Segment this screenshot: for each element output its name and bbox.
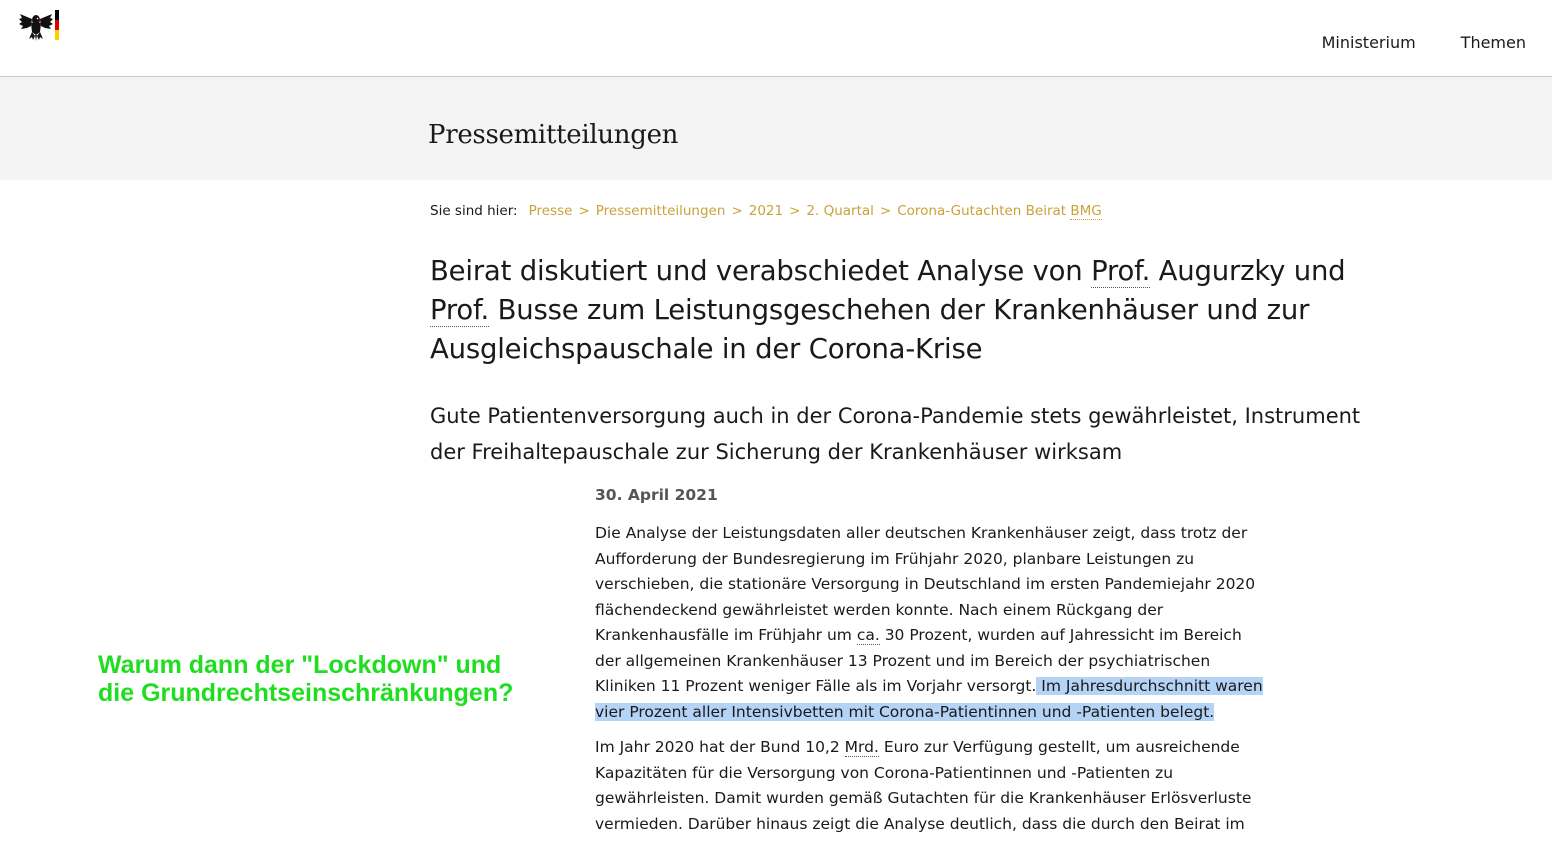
text-segment: Krankenhausfälle im Frühjahr um — [595, 626, 857, 644]
breadcrumb-separator: > — [789, 203, 801, 219]
paragraph-line: Kapazitäten für die Versorgung von Coron… — [595, 763, 1174, 782]
paragraph-line: verschieben, die stationäre Versorgung i… — [595, 575, 1256, 593]
breadcrumb-separator: > — [731, 203, 743, 219]
paragraph-line: Die Analyse der Leistungsdaten aller deu… — [595, 524, 1248, 542]
headline-part: Busse zum Leistungsgeschehen der Kranken… — [430, 294, 1310, 365]
text-segment: Euro zur Verfügung gestellt, um ausreich… — [878, 738, 1240, 756]
paragraph-line: gewährleisten. Damit wurden gemäß Gutach… — [595, 789, 1252, 807]
breadcrumb-current-text: Corona-Gutachten Beirat — [897, 203, 1071, 219]
highlighted-text: vier Prozent aller Intensivbetten mit Co… — [595, 702, 1215, 721]
article-paragraph-1: Die Analyse der Leistungsdaten aller deu… — [595, 521, 1263, 726]
breadcrumb-item-2021[interactable]: 2021 — [749, 203, 783, 219]
highlighted-text: Im Jahresdurchschnitt waren — [1036, 677, 1263, 695]
breadcrumb-label: Sie sind hier: — [430, 203, 518, 219]
german-flag-stripe — [55, 10, 59, 40]
paragraph-line: Kliniken 11 Prozent weniger Fälle als im… — [595, 674, 1263, 700]
paragraph-line: flächendeckend gewährleistet werden konn… — [595, 600, 1164, 619]
section-title: Pressemitteilungen — [428, 120, 679, 150]
paragraph-line: Aufforderung der Bundesregierung im Früh… — [595, 549, 1195, 568]
article-date: 30. April 2021 — [595, 486, 718, 504]
annotation-overlay: Warum dann der "Lockdown" und die Grundr… — [98, 651, 513, 707]
text-segment: 30 Prozent, wurden auf Jahressicht im Be… — [879, 626, 1242, 644]
annotation-line: Warum dann der "Lockdown" und — [98, 651, 502, 679]
flag-red — [55, 20, 59, 30]
paragraph-line: Krankenhausfälle im Frühjahr um ca. 30 P… — [595, 623, 1242, 649]
breadcrumb-abbr-bmg: BMG — [1070, 203, 1102, 220]
text-segment: Kliniken 11 Prozent weniger Fälle als im… — [595, 677, 1037, 695]
eagle-icon — [19, 14, 53, 41]
article-headline: Beirat diskutiert und verabschiedet Anal… — [430, 252, 1390, 369]
paragraph-line: vier Prozent aller Intensivbetten mit Co… — [595, 700, 1235, 726]
abbr-mrd: Mrd. — [844, 738, 879, 757]
breadcrumb-item-pressemitteilungen[interactable]: Pressemitteilungen — [596, 203, 726, 219]
breadcrumb: Sie sind hier: Presse > Pressemitteilung… — [430, 203, 1102, 220]
article-paragraph-2: Im Jahr 2020 hat der Bund 10,2 Mrd. Euro… — [595, 735, 1252, 837]
headline-abbr-prof: Prof. — [430, 294, 490, 327]
breadcrumb-separator: > — [578, 203, 590, 219]
article-subline: Gute Patientenversorgung auch in der Cor… — [430, 404, 1361, 464]
abbr-ca: ca. — [856, 626, 880, 645]
headline-abbr-prof: Prof. — [1091, 255, 1151, 288]
breadcrumb-item-presse[interactable]: Presse — [529, 203, 573, 219]
paragraph-line: vermieden. Darüber hinaus zeigt die Anal… — [595, 814, 1245, 833]
section-band — [0, 77, 1552, 180]
breadcrumb-item-current[interactable]: Corona-Gutachten Beirat BMG — [897, 203, 1102, 220]
breadcrumb-item-quartal[interactable]: 2. Quartal — [806, 203, 874, 219]
nav-item-themen[interactable]: Themen — [1461, 33, 1526, 52]
main-nav: Ministerium Themen — [1322, 33, 1526, 52]
paragraph-line: Im Jahr 2020 hat der Bund 10,2 Mrd. Euro… — [595, 735, 1240, 761]
annotation-line: die Grundrechtseinschränkungen? — [98, 679, 514, 707]
breadcrumb-separator: > — [879, 203, 892, 219]
site-header: Ministerium Themen — [0, 0, 1552, 77]
nav-item-ministerium[interactable]: Ministerium — [1322, 33, 1416, 52]
headline-part: Beirat diskutiert und verabschiedet Anal… — [430, 255, 1092, 287]
paragraph-line: der allgemeinen Krankenhäuser 13 Prozent… — [595, 651, 1211, 670]
headline-part: Augurzky und — [1150, 255, 1346, 287]
flag-gold — [55, 30, 59, 40]
flag-black — [55, 10, 59, 20]
text-segment: Im Jahr 2020 hat der Bund 10,2 — [595, 738, 845, 756]
